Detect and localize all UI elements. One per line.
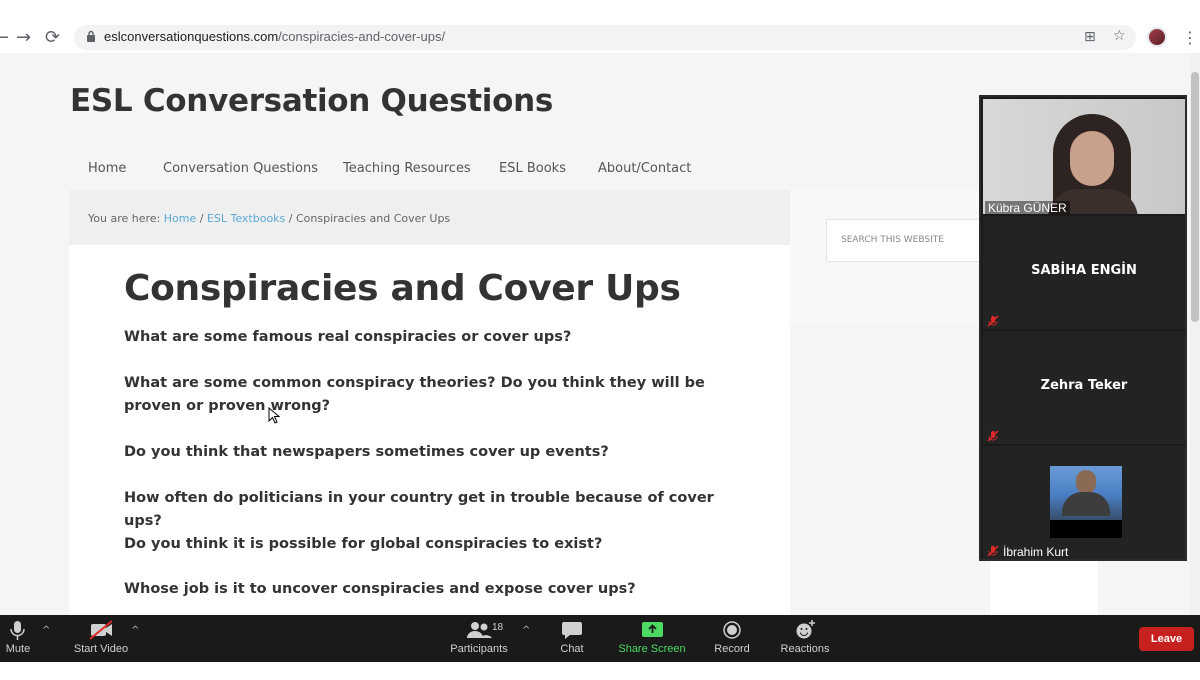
- breadcrumb-esl-textbooks-link[interactable]: ESL Textbooks: [207, 212, 285, 225]
- participant-video: [1070, 131, 1114, 186]
- participant-video: [1062, 492, 1110, 516]
- participant-tile[interactable]: SABİHA ENGİN: [983, 216, 1185, 329]
- mic-muted-icon: [987, 315, 999, 327]
- nav-esl-books[interactable]: ESL Books: [499, 161, 566, 176]
- participant-tile[interactable]: İbrahim Kurt: [983, 446, 1185, 559]
- article-title: Conspiracies and Cover Ups: [124, 268, 681, 309]
- chat-button[interactable]: Chat: [552, 615, 592, 655]
- chat-label: Chat: [560, 643, 584, 655]
- participant-name: İbrahim Kurt: [1003, 545, 1069, 559]
- mute-label: Mute: [5, 643, 31, 655]
- start-video-label: Start Video: [73, 643, 129, 655]
- question-item: Whose job is it to uncover conspiracies …: [124, 581, 636, 597]
- reactions-label: Reactions: [780, 643, 830, 655]
- search-input[interactable]: SEARCH THIS WEBSITE: [826, 219, 986, 262]
- participant-name: Kübra GÜNER: [985, 201, 1070, 214]
- reactions-button[interactable]: Reactions: [778, 615, 832, 655]
- forward-icon[interactable]: →: [16, 29, 31, 47]
- star-icon[interactable]: ☆: [1113, 28, 1126, 44]
- zoom-participant-panel: Kübra GÜNER SABİHA ENGİN Zehra Teker İbr…: [979, 95, 1187, 561]
- question-item: How often do politicians in your country…: [124, 490, 714, 529]
- participants-options-icon[interactable]: ^: [522, 625, 530, 636]
- mic-muted-icon: [987, 545, 999, 557]
- url-text[interactable]: eslconversationquestions.com/conspiracie…: [104, 29, 445, 44]
- question-item: What are some common conspiracy theories…: [124, 375, 705, 414]
- participants-count: 18: [492, 622, 504, 633]
- audio-options-icon[interactable]: ^: [42, 625, 50, 636]
- participant-video: [1076, 470, 1096, 494]
- participant-name: SABİHA ENGİN: [1031, 263, 1137, 278]
- chat-icon: [562, 622, 582, 639]
- address-bar[interactable]: eslconversationquestions.com/conspiracie…: [74, 25, 1136, 50]
- participant-tile[interactable]: Kübra GÜNER: [983, 99, 1185, 214]
- nav-teaching-resources[interactable]: Teaching Resources: [343, 161, 471, 176]
- site-title[interactable]: ESL Conversation Questions: [70, 83, 553, 119]
- back-icon[interactable]: ←: [0, 29, 9, 47]
- question-item: Do you think that newspapers sometimes c…: [124, 444, 609, 460]
- record-icon: [723, 621, 741, 639]
- participants-label: Participants: [450, 643, 508, 655]
- nav-conversation-questions[interactable]: Conversation Questions: [163, 161, 318, 176]
- nav-home[interactable]: Home: [88, 161, 126, 176]
- record-label: Record: [714, 643, 750, 655]
- reload-icon[interactable]: ⟳: [45, 29, 60, 47]
- start-video-button[interactable]: Start Video: [66, 615, 136, 655]
- url-path: /conspiracies-and-cover-ups/: [278, 29, 446, 44]
- reactions-icon: [796, 620, 815, 639]
- share-screen-button[interactable]: Share Screen: [617, 615, 687, 655]
- mic-muted-icon: [987, 430, 999, 442]
- scrollbar-thumb[interactable]: [1191, 72, 1199, 322]
- breadcrumb-prefix: You are here:: [88, 212, 164, 225]
- leave-button[interactable]: Leave: [1139, 627, 1194, 651]
- breadcrumb: You are here: Home / ESL Textbooks / Con…: [88, 212, 450, 225]
- translate-icon[interactable]: ⊞: [1084, 29, 1096, 45]
- mute-button[interactable]: Mute: [0, 615, 36, 655]
- participant-name: Zehra Teker: [1040, 378, 1128, 393]
- video-off-icon: [89, 620, 113, 640]
- mouse-cursor-icon: [268, 407, 280, 424]
- bottom-strip: [0, 662, 1200, 680]
- participants-button[interactable]: 18 Participants: [446, 615, 512, 655]
- lock-icon: [87, 30, 95, 42]
- participant-video: [1050, 520, 1122, 538]
- breadcrumb-separator: /: [196, 212, 207, 225]
- breadcrumb-separator: /: [285, 212, 296, 225]
- nav-about-contact[interactable]: About/Contact: [598, 161, 691, 176]
- question-item: Do you think it is possible for global c…: [124, 536, 603, 552]
- participant-video: [1050, 466, 1122, 538]
- video-options-icon[interactable]: ^: [131, 625, 139, 636]
- participant-tile[interactable]: Zehra Teker: [983, 331, 1185, 444]
- menu-icon[interactable]: ⋮: [1182, 28, 1198, 47]
- share-screen-icon: [642, 622, 663, 637]
- profile-avatar[interactable]: [1147, 27, 1167, 47]
- record-button[interactable]: Record: [710, 615, 754, 655]
- zoom-toolbar: Mute ^ Start Video ^ 18 Participants ^ C…: [0, 615, 1200, 662]
- share-screen-label: Share Screen: [618, 643, 686, 655]
- microphone-icon: [10, 621, 25, 640]
- url-domain: eslconversationquestions.com: [104, 29, 279, 44]
- question-item: What are some famous real conspiracies o…: [124, 329, 572, 345]
- breadcrumb-current: Conspiracies and Cover Ups: [295, 212, 451, 225]
- breadcrumb-home-link[interactable]: Home: [164, 212, 196, 225]
